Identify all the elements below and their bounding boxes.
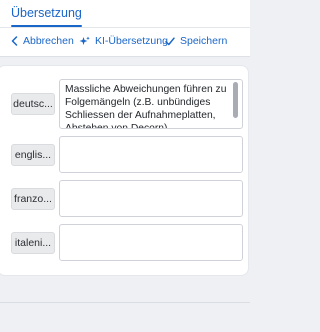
text-field-italian[interactable] — [59, 224, 243, 261]
toolbar: Abbrechen KI-Übersetzung Speichern — [0, 29, 250, 53]
field-text: Massliche Abweichungen führen zu Folgemä… — [65, 84, 227, 129]
tab-label: Übersetzung — [11, 6, 82, 20]
save-button[interactable]: Speichern — [165, 31, 227, 51]
language-label: italeni... — [14, 237, 52, 249]
language-chip-german: deutsc... — [11, 93, 55, 115]
text-field-english[interactable] — [59, 136, 243, 173]
language-chip-italian: italeni... — [11, 232, 55, 254]
language-chip-french: franzo... — [11, 188, 55, 210]
save-label: Speichern — [180, 35, 228, 47]
tab-translation[interactable]: Übersetzung — [11, 5, 82, 27]
check-icon — [165, 36, 175, 45]
text-field-french[interactable] — [59, 180, 243, 217]
bottom-divider — [0, 302, 250, 303]
translation-card: deutsc... Massliche Abweichungen führen … — [0, 65, 249, 276]
language-chip-english: englis... — [11, 144, 55, 166]
ai-translate-label: KI-Übersetzung — [95, 35, 168, 47]
language-label: deutsc... — [13, 98, 53, 110]
text-field-german[interactable]: Massliche Abweichungen führen zu Folgemä… — [59, 79, 243, 129]
header: Übersetzung Abbrechen KI-Übersetzung Spe… — [0, 0, 250, 57]
sparkle-icon — [79, 36, 90, 45]
language-label: franzo... — [14, 193, 52, 205]
scrollbar[interactable] — [233, 82, 238, 118]
language-label: englis... — [14, 149, 52, 161]
cancel-button[interactable]: Abbrechen — [11, 31, 74, 51]
cancel-label: Abbrechen — [23, 35, 74, 47]
tab-divider — [0, 27, 250, 28]
ai-translate-button[interactable]: KI-Übersetzung — [79, 31, 168, 51]
chevron-left-icon — [11, 36, 18, 46]
